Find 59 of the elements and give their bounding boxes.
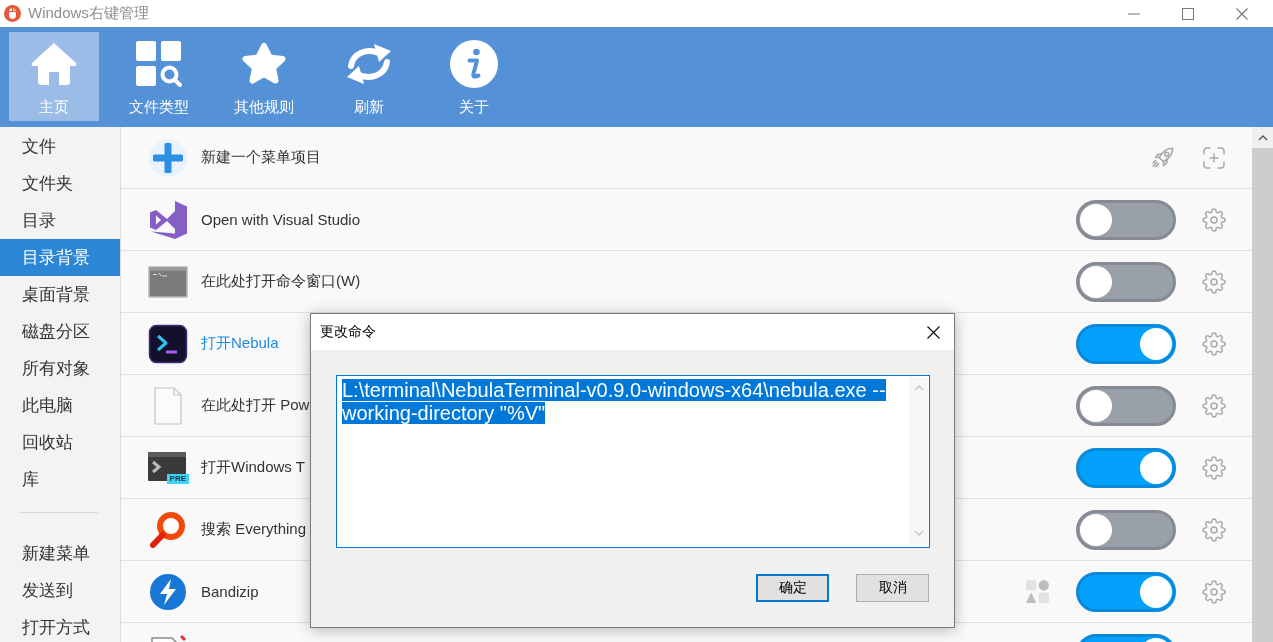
info-icon [449, 39, 499, 89]
maximize-icon[interactable] [1182, 7, 1194, 20]
sidebar-item[interactable]: 所有对象 [0, 350, 120, 387]
sidebar-item[interactable]: 发送到 [0, 572, 120, 609]
dialog-button[interactable]: 确定 [756, 574, 829, 602]
menu-item-label: 打开Windows T [201, 458, 305, 477]
sidebar-item[interactable]: 磁盘分区 [0, 313, 120, 350]
sidebar-item[interactable]: 目录背景 [0, 239, 120, 276]
menu-item-label: 在此处打开命令窗口(W) [201, 272, 361, 291]
command-text: L:\terminal\NebulaTerminal-v0.9.0-windows-x64\nebula.exe --working-directory "%V" [342, 379, 887, 425]
sidebar-item[interactable]: 打开方式 [0, 609, 120, 642]
menu-item-label: Open with Visual Studio [201, 211, 360, 228]
settings-icon[interactable] [1202, 455, 1226, 480]
menu-item-label: 在此处打开 Pow [201, 396, 310, 415]
dialog-title: 更改命令 [320, 323, 377, 341]
preview-badge: PRE [166, 473, 189, 484]
sidebar-item[interactable]: 文件夹 [0, 165, 120, 202]
chevron-up-icon [913, 385, 924, 391]
toggle-switch[interactable] [1076, 323, 1176, 364]
sidebar-item[interactable]: 库 [0, 461, 120, 498]
add-icon[interactable] [1202, 145, 1226, 170]
toggle-switch[interactable] [1076, 571, 1176, 612]
settings-icon[interactable] [1202, 331, 1226, 356]
minimize-icon[interactable] [1128, 12, 1140, 15]
settings-icon[interactable] [1202, 207, 1226, 232]
settings-icon[interactable] [1202, 517, 1226, 542]
menu-item-label: 打开Nebula [201, 334, 279, 353]
sidebar-item[interactable]: 文件 [0, 128, 120, 165]
settings-icon[interactable] [1202, 393, 1226, 418]
search-icon [148, 509, 188, 550]
plus-icon [148, 137, 188, 178]
settings-icon[interactable] [1202, 579, 1226, 604]
toggle-switch[interactable] [1076, 447, 1176, 488]
sidebar-item[interactable]: 回收站 [0, 424, 120, 461]
app-logo-icon [148, 199, 188, 240]
app-icon [4, 5, 21, 22]
sidebar-item[interactable]: 此电脑 [0, 387, 120, 424]
terminal-prompt-icon [148, 323, 188, 364]
sidebar-item[interactable]: 新建菜单 [0, 535, 120, 572]
menu-item-label: 搜索 Everything [201, 520, 307, 539]
settings-icon[interactable] [1202, 269, 1226, 294]
sidebar-item[interactable]: 桌面背景 [0, 276, 120, 313]
window-title: Windows右键管理 [28, 4, 149, 23]
command-field[interactable]: L:\terminal\NebulaTerminal-v0.9.0-windows-x64\nebula.exe --working-directory "%V" [336, 375, 930, 548]
chevron-down-icon [913, 530, 924, 536]
toggle-switch[interactable] [1076, 385, 1176, 426]
chevron-up-icon [1257, 134, 1268, 141]
grid-search-icon [134, 39, 184, 89]
lightning-icon [148, 571, 188, 612]
menu-item-label: 新建一个菜单项目 [201, 148, 321, 167]
toggle-switch[interactable] [1076, 509, 1176, 550]
toggle-switch[interactable] [1076, 199, 1176, 240]
menu-item-label: Bandizip [201, 583, 259, 600]
toggle-switch[interactable] [1076, 261, 1176, 302]
shapes-icon [1026, 580, 1049, 603]
sidebar-item[interactable]: 目录 [0, 202, 120, 239]
close-icon[interactable] [927, 325, 940, 339]
scroll-up-button[interactable] [1252, 127, 1273, 148]
dialog-button[interactable]: 取消 [856, 574, 929, 602]
